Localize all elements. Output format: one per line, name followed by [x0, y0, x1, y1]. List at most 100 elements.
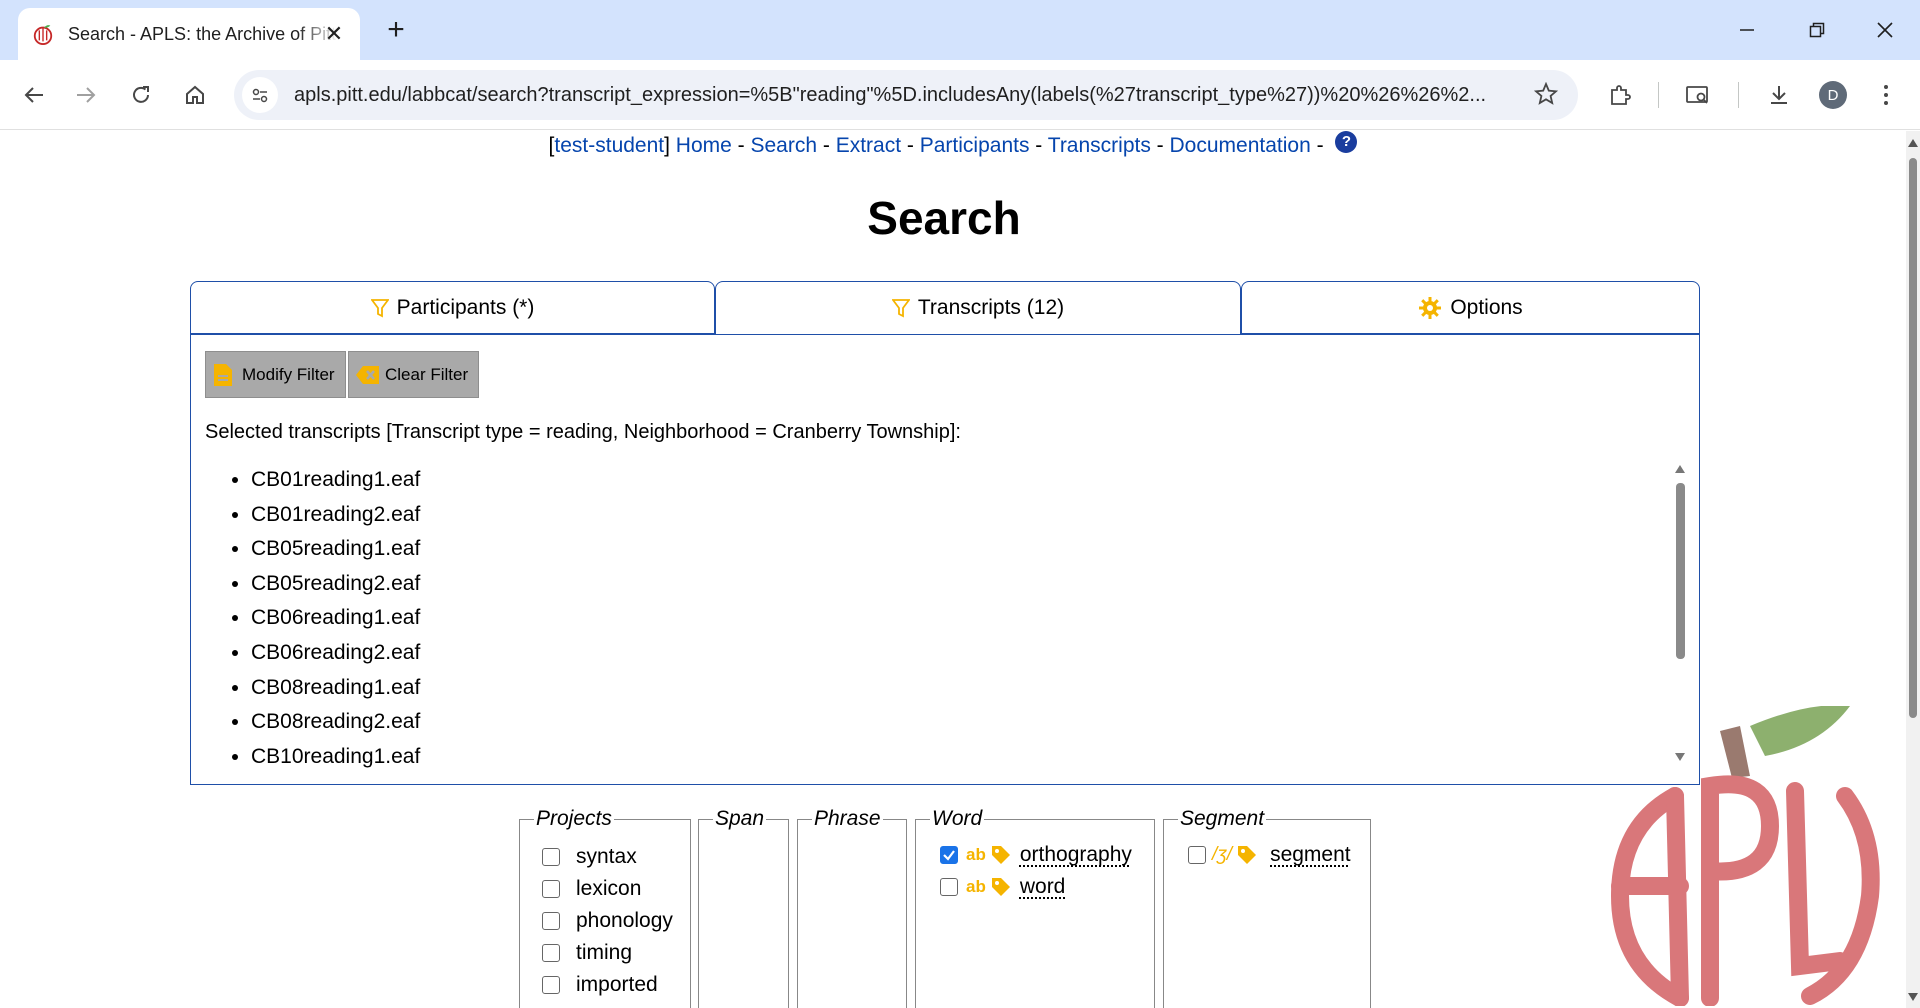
- project-checkbox[interactable]: [542, 912, 560, 930]
- layer-name-segment[interactable]: segment: [1270, 843, 1351, 867]
- help-icon[interactable]: ?: [1335, 131, 1358, 153]
- layer-name-orthography[interactable]: orthography: [1020, 843, 1132, 867]
- segment-layer-segment[interactable]: /ʒ/ segment: [1188, 843, 1351, 867]
- back-button[interactable]: [14, 75, 54, 115]
- word-legend: Word: [932, 807, 983, 830]
- checkbox-word[interactable]: [940, 878, 958, 896]
- text-type-icon: ab: [966, 845, 986, 864]
- extensions-button[interactable]: [1600, 75, 1640, 115]
- tab-participants-label: Participants (*): [396, 295, 535, 319]
- layer-name-word[interactable]: word: [1020, 875, 1066, 899]
- reload-button[interactable]: [121, 75, 161, 115]
- project-label: timing: [576, 941, 633, 964]
- downloads-button[interactable]: [1759, 75, 1799, 115]
- browser-menu-button[interactable]: [1866, 75, 1906, 115]
- page-scrollbar-thumb[interactable]: [1909, 158, 1917, 718]
- tab-options[interactable]: Options: [1241, 281, 1700, 334]
- screen-search-icon: [1686, 86, 1708, 104]
- project-checkbox[interactable]: [542, 976, 560, 994]
- nav-home-link[interactable]: Home: [676, 134, 732, 157]
- tab-transcripts[interactable]: Transcripts (12): [715, 281, 1241, 335]
- nav-transcripts-link[interactable]: Transcripts: [1048, 134, 1151, 157]
- transcript-list-item: CB05reading2.eaf: [251, 567, 1687, 602]
- project-option[interactable]: lexicon: [542, 877, 641, 901]
- transcript-list-item: CB01reading1.eaf: [251, 463, 1687, 498]
- clear-filter-label: Clear Filter: [385, 364, 469, 384]
- toolbar-separator: [1658, 82, 1659, 108]
- profile-avatar[interactable]: D: [1819, 81, 1847, 109]
- segment-legend: Segment: [1180, 807, 1265, 830]
- transcript-list-item: CB01reading2.eaf: [251, 498, 1687, 533]
- edit-document-icon: [212, 362, 234, 388]
- puzzle-icon: [1611, 85, 1631, 105]
- nav-participants-link[interactable]: Participants: [920, 134, 1030, 157]
- nav-search-link[interactable]: Search: [751, 134, 818, 157]
- filter-icon: [370, 298, 389, 318]
- page-scroll-up-icon[interactable]: [1908, 139, 1918, 147]
- project-checkbox[interactable]: [542, 880, 560, 898]
- nav-documentation-link[interactable]: Documentation: [1170, 134, 1311, 157]
- close-tab-icon[interactable]: ✕: [322, 21, 346, 46]
- project-option[interactable]: imported: [542, 973, 658, 997]
- kebab-menu-icon: [1884, 85, 1888, 105]
- filter-icon: [891, 298, 910, 318]
- scrollbar-thumb[interactable]: [1676, 483, 1685, 659]
- project-checkbox[interactable]: [542, 944, 560, 962]
- page-scroll-down-icon[interactable]: [1908, 993, 1918, 1001]
- transcript-list-item: CB06reading2.eaf: [251, 636, 1687, 671]
- page-scrollbar[interactable]: [1906, 131, 1920, 1008]
- checkbox-segment[interactable]: [1188, 846, 1206, 864]
- minimize-icon: [1740, 29, 1754, 31]
- bookmark-star-icon[interactable]: [1534, 82, 1558, 106]
- tab-transcripts-label: Transcripts (12): [917, 296, 1065, 319]
- filter-tabs: Participants (*) Transcripts (12) Option…: [190, 281, 1700, 335]
- page-viewport: [test-student] Home - Search - Extract -…: [0, 131, 1906, 1008]
- arrow-right-icon: [77, 87, 96, 103]
- word-layer-orthography[interactable]: ab orthography: [940, 843, 1132, 867]
- apls-logo: [1610, 706, 1880, 1006]
- address-bar[interactable]: apls.pitt.edu/labbcat/search?transcript_…: [234, 70, 1578, 120]
- project-label: phonology: [576, 909, 673, 932]
- transcript-list-item: CB10reading1.eaf: [251, 740, 1687, 773]
- scroll-up-arrow-icon[interactable]: [1675, 465, 1685, 473]
- transcript-list[interactable]: CB01reading1.eafCB01reading2.eafCB05read…: [207, 463, 1687, 773]
- cast-search-button[interactable]: [1678, 75, 1718, 115]
- transcript-list-item: CB08reading1.eaf: [251, 671, 1687, 706]
- restore-window-button[interactable]: [1782, 0, 1852, 60]
- nav-extract-link[interactable]: Extract: [836, 134, 901, 157]
- phrase-legend: Phrase: [814, 807, 881, 830]
- top-navigation: [test-student] Home - Search - Extract -…: [0, 131, 1906, 161]
- nav-user-link[interactable]: test-student: [554, 134, 664, 157]
- project-option[interactable]: phonology: [542, 909, 673, 933]
- new-tab-button[interactable]: +: [380, 13, 412, 46]
- project-option[interactable]: syntax: [542, 845, 637, 869]
- reload-icon: [133, 86, 149, 103]
- project-label: lexicon: [576, 877, 642, 900]
- browser-tab[interactable]: Search - APLS: the Archive of Pittsburgh…: [18, 8, 360, 60]
- project-option[interactable]: timing: [542, 941, 632, 965]
- arrow-left-icon: [24, 87, 43, 103]
- site-info-icon[interactable]: [242, 77, 278, 113]
- tab-options-label: Options: [1450, 295, 1523, 319]
- tag-icon: [1236, 844, 1258, 866]
- minimize-window-button[interactable]: [1712, 0, 1782, 60]
- forward-button[interactable]: [66, 75, 106, 115]
- project-checkbox[interactable]: [542, 848, 560, 866]
- close-window-button[interactable]: [1850, 0, 1920, 60]
- word-layer-word[interactable]: ab word: [940, 875, 1065, 899]
- tab-participants[interactable]: Participants (*): [190, 281, 715, 334]
- phrase-group: Phrase: [797, 807, 907, 1008]
- projects-legend: Projects: [536, 807, 612, 830]
- checkbox-orthography[interactable]: [940, 846, 958, 864]
- home-button[interactable]: [175, 75, 215, 115]
- transcript-list-item: CB05reading1.eaf: [251, 532, 1687, 567]
- clear-filter-button[interactable]: Clear Filter: [348, 351, 480, 398]
- transcript-list-items: CB01reading1.eafCB01reading2.eafCB05read…: [207, 463, 1687, 773]
- segment-group: Segment: [1163, 807, 1371, 1008]
- toolbar-separator: [1738, 82, 1739, 108]
- page-title: Search: [867, 192, 1021, 244]
- span-group: Span: [698, 807, 789, 1008]
- modify-filter-button[interactable]: Modify Filter: [205, 351, 346, 398]
- close-icon: [1877, 22, 1893, 38]
- url-text[interactable]: apls.pitt.edu/labbcat/search?transcript_…: [294, 84, 1524, 107]
